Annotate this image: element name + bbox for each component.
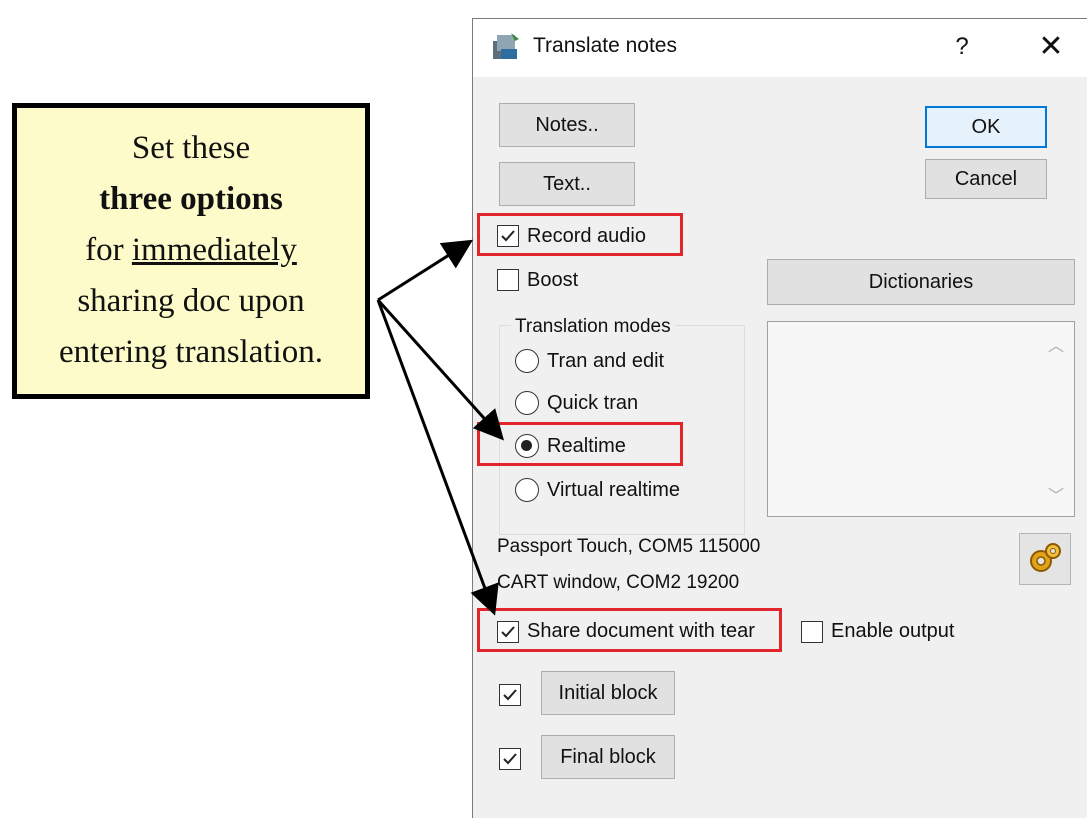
callout-note: Set these three options for immediately …: [12, 103, 370, 399]
callout-line-5: entering translation.: [59, 334, 323, 370]
callout-line-3: for immediately: [85, 232, 297, 268]
enable-output-checkbox[interactable]: [801, 621, 823, 643]
boost-label: Boost: [527, 269, 579, 291]
dictionaries-list[interactable]: ︿ ﹀: [767, 321, 1075, 517]
callout-line-4: sharing doc upon: [77, 283, 305, 319]
text-button[interactable]: Text..: [499, 162, 635, 206]
arrow-to-record-audio: [377, 239, 474, 302]
callout-line-1: Set these: [131, 130, 251, 166]
tran-and-edit-label: Tran and edit: [547, 350, 665, 372]
cancel-button[interactable]: Cancel: [925, 159, 1047, 199]
initial-block-button[interactable]: Initial block: [541, 671, 675, 715]
scroll-down-icon[interactable]: ﹀: [1048, 482, 1064, 506]
virtual-realtime-label: Virtual realtime: [547, 479, 681, 501]
app-icon: [489, 29, 523, 63]
radio-quick-tran[interactable]: [515, 391, 539, 415]
gear-icon: [1030, 543, 1061, 572]
quick-tran-label: Quick tran: [547, 392, 639, 414]
checkmark-icon: [503, 689, 517, 701]
highlight-share-document: [477, 608, 782, 652]
final-block-checkbox[interactable]: [499, 748, 521, 770]
ok-button[interactable]: OK: [925, 106, 1047, 148]
enable-output-label: Enable output: [831, 620, 955, 642]
highlight-realtime: [477, 422, 683, 466]
help-button[interactable]: ?: [947, 29, 977, 65]
translate-notes-dialog: Translate notes ? ✕ Notes.. Text.. OK Ca…: [472, 18, 1087, 818]
highlight-record-audio: [477, 213, 683, 256]
boost-checkbox[interactable]: [497, 269, 519, 291]
translation-modes-title: Translation modes: [511, 316, 675, 338]
checkmark-icon: [503, 753, 517, 765]
initial-block-checkbox[interactable]: [499, 684, 521, 706]
title-bar: Translate notes ? ✕: [473, 19, 1087, 77]
notes-button[interactable]: Notes..: [499, 103, 635, 147]
dictionaries-button[interactable]: Dictionaries: [767, 259, 1075, 305]
final-block-button[interactable]: Final block: [541, 735, 675, 779]
close-button[interactable]: ✕: [1033, 29, 1069, 65]
settings-button[interactable]: [1019, 533, 1071, 585]
radio-virtual-realtime[interactable]: [515, 478, 539, 502]
scroll-up-icon[interactable]: ︿: [1048, 332, 1064, 356]
radio-tran-and-edit[interactable]: [515, 349, 539, 373]
callout-line-2: three options: [99, 181, 283, 217]
device-info-2: CART window, COM2 19200: [497, 572, 740, 593]
dialog-title: Translate notes: [533, 34, 677, 57]
device-info-1: Passport Touch, COM5 115000: [497, 536, 761, 557]
